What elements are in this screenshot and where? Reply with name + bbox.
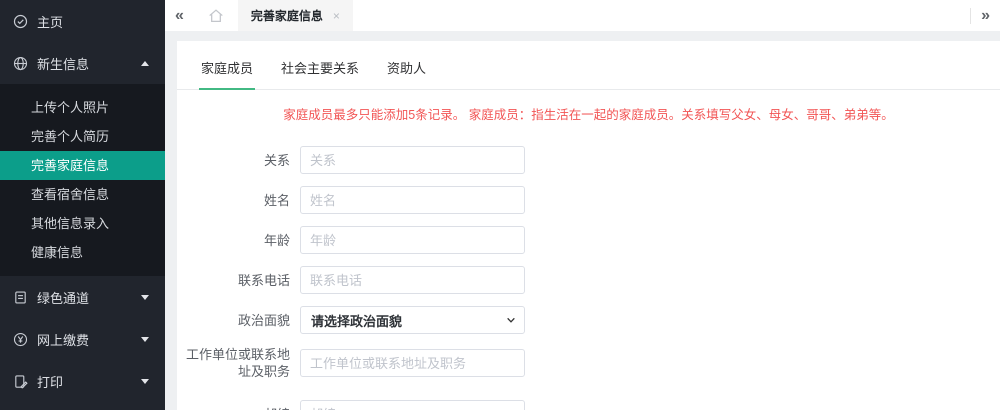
sidebar-submenu: 上传个人照片 完善个人简历 完善家庭信息 查看宿舍信息 其他信息录入 健康信息 [0,84,165,276]
form-row-postal-code: 邮编 [185,400,1000,410]
family-member-form: 关系 姓名 年龄 联系电话 [177,146,1000,410]
shield-check-icon [13,14,28,29]
globe-icon [13,56,28,71]
sidebar-item-online-payment[interactable]: 网上缴费 [0,318,165,360]
sidebar-item-complete-resume[interactable]: 完善个人简历 [0,122,165,151]
sidebar-item-complete-family-info[interactable]: 完善家庭信息 [0,151,165,180]
sidebar-item-green-channel[interactable]: 绿色通道 [0,276,165,318]
sidebar-item-health-info[interactable]: 健康信息 [0,238,165,267]
content-card: 家庭成员 社会主要关系 资助人 家庭成员最多只能添加5条记录。 家庭成员：指生活… [177,41,1000,410]
coin-icon [13,332,28,347]
phone-input[interactable] [300,266,525,294]
document-tabbar: « 完善家庭信息 × » [165,0,1000,31]
sidebar-item-label: 绿色通道 [37,290,90,306]
chevron-down-icon [506,315,516,325]
document-tab-title: 完善家庭信息 [250,9,323,23]
notice-text: 家庭成员最多只能添加5条记录。 家庭成员：指生活在一起的家庭成员。关系填写父女、… [283,108,894,122]
collapse-sidebar-button[interactable]: « [165,0,194,31]
chevron-down-icon [141,294,149,300]
age-label: 年龄 [263,232,290,248]
tab-social-relations[interactable]: 社会主要关系 [279,55,361,89]
form-row-age: 年龄 [185,226,1000,254]
phone-label: 联系电话 [237,272,290,288]
expand-tabs-button[interactable]: » [971,0,1000,31]
printer-icon [13,374,28,389]
form-row-name: 姓名 [185,186,1000,214]
home-icon[interactable] [194,7,238,25]
sidebar-item-upload-photo[interactable]: 上传个人照片 [0,93,165,122]
content-tabs: 家庭成员 社会主要关系 资助人 [177,55,1000,90]
work-unit-label: 工作单位或联系地址及职务 [185,347,290,379]
political-status-selected-value: 请选择政治面貌 [311,313,403,329]
sidebar-item-print[interactable]: 打印 [0,360,165,402]
political-status-label: 政治面貌 [237,312,290,328]
age-input[interactable] [300,226,525,254]
main-area: « 完善家庭信息 × » 家庭成员 社会主要关系 资助人 家庭成员最多只能添加5… [165,0,1000,410]
work-unit-input[interactable] [300,349,525,377]
sidebar-item-view-dorm-info[interactable]: 查看宿舍信息 [0,180,165,209]
close-icon[interactable]: × [333,9,340,23]
form-row-work-unit: 工作单位或联系地址及职务 [185,346,1000,380]
sidebar-item-label: 网上缴费 [37,332,90,348]
chevron-up-icon [141,60,149,66]
form-row-phone: 联系电话 [185,266,1000,294]
name-input[interactable] [300,186,525,214]
chevron-down-icon [141,378,149,384]
sidebar: 主页 新生信息 上传个人照片 完善个人简历 完善家庭信息 查看宿舍信息 其他信息… [0,0,165,410]
form-row-relation: 关系 [185,146,1000,174]
postal-code-input[interactable] [300,400,525,410]
page-background: 家庭成员 社会主要关系 资助人 家庭成员最多只能添加5条记录。 家庭成员：指生活… [165,31,1000,410]
sidebar-item-home[interactable]: 主页 [0,0,165,42]
sidebar-item-label: 主页 [37,14,64,30]
relation-label: 关系 [263,152,290,168]
tab-family-members[interactable]: 家庭成员 [199,55,256,90]
form-row-political-status: 政治面貌 请选择政治面貌 [185,306,1000,334]
name-label: 姓名 [263,192,290,208]
relation-input[interactable] [300,146,525,174]
app-window: 主页 新生信息 上传个人照片 完善个人简历 完善家庭信息 查看宿舍信息 其他信息… [0,0,1000,410]
sidebar-item-label: 新生信息 [37,56,90,72]
sidebar-item-other-info-entry[interactable]: 其他信息录入 [0,209,165,238]
certificate-icon [13,290,28,305]
political-status-select[interactable]: 请选择政治面貌 [300,306,525,334]
postal-code-label: 邮编 [185,406,300,410]
sidebar-item-label: 打印 [37,374,64,390]
chevron-down-icon [141,336,149,342]
tab-sponsor[interactable]: 资助人 [385,55,428,89]
sidebar-item-new-student-info[interactable]: 新生信息 [0,42,165,84]
document-tab-family-info[interactable]: 完善家庭信息 × [237,0,353,31]
